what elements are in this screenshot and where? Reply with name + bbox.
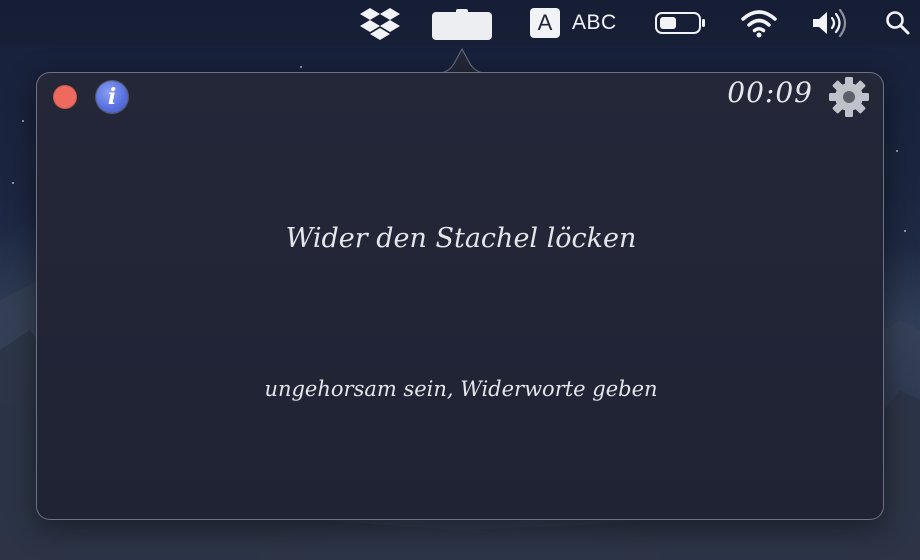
battery-icon-glyph — [655, 12, 705, 34]
info-icon[interactable]: i — [96, 81, 128, 113]
phrase-popover: i 00:09 Wider den Stachel löcken ungehor… — [36, 72, 884, 520]
star — [904, 230, 906, 232]
spotlight-search-icon[interactable] — [880, 0, 916, 46]
dropbox-icon-glyph — [360, 8, 400, 40]
menu-bar: A ABC — [0, 0, 920, 46]
input-source-icon: A — [530, 8, 560, 38]
meaning-text: ungehorsam sein, Widerworte geben — [264, 377, 658, 401]
input-source-menu[interactable]: A ABC — [530, 0, 620, 46]
wifi-icon-glyph — [741, 10, 777, 38]
star — [300, 66, 302, 68]
popover-arrow — [436, 47, 488, 74]
close-icon[interactable] — [53, 85, 77, 109]
star — [22, 120, 24, 122]
volume-icon-glyph — [813, 8, 847, 38]
battery-icon[interactable] — [652, 0, 708, 46]
dropbox-icon[interactable] — [358, 0, 402, 46]
input-source-label: ABC — [572, 11, 617, 34]
volume-icon[interactable] — [808, 0, 852, 46]
star — [12, 182, 14, 184]
wifi-icon[interactable] — [738, 0, 780, 46]
phrase-text: Wider den Stachel löcken — [285, 223, 637, 254]
search-icon — [886, 11, 910, 35]
star — [896, 150, 898, 152]
gear-icon[interactable] — [827, 75, 871, 119]
timer-display: 00:09 — [727, 76, 813, 109]
app-menu-icon[interactable] — [432, 9, 492, 40]
app-menu-icon-tab — [456, 9, 468, 14]
